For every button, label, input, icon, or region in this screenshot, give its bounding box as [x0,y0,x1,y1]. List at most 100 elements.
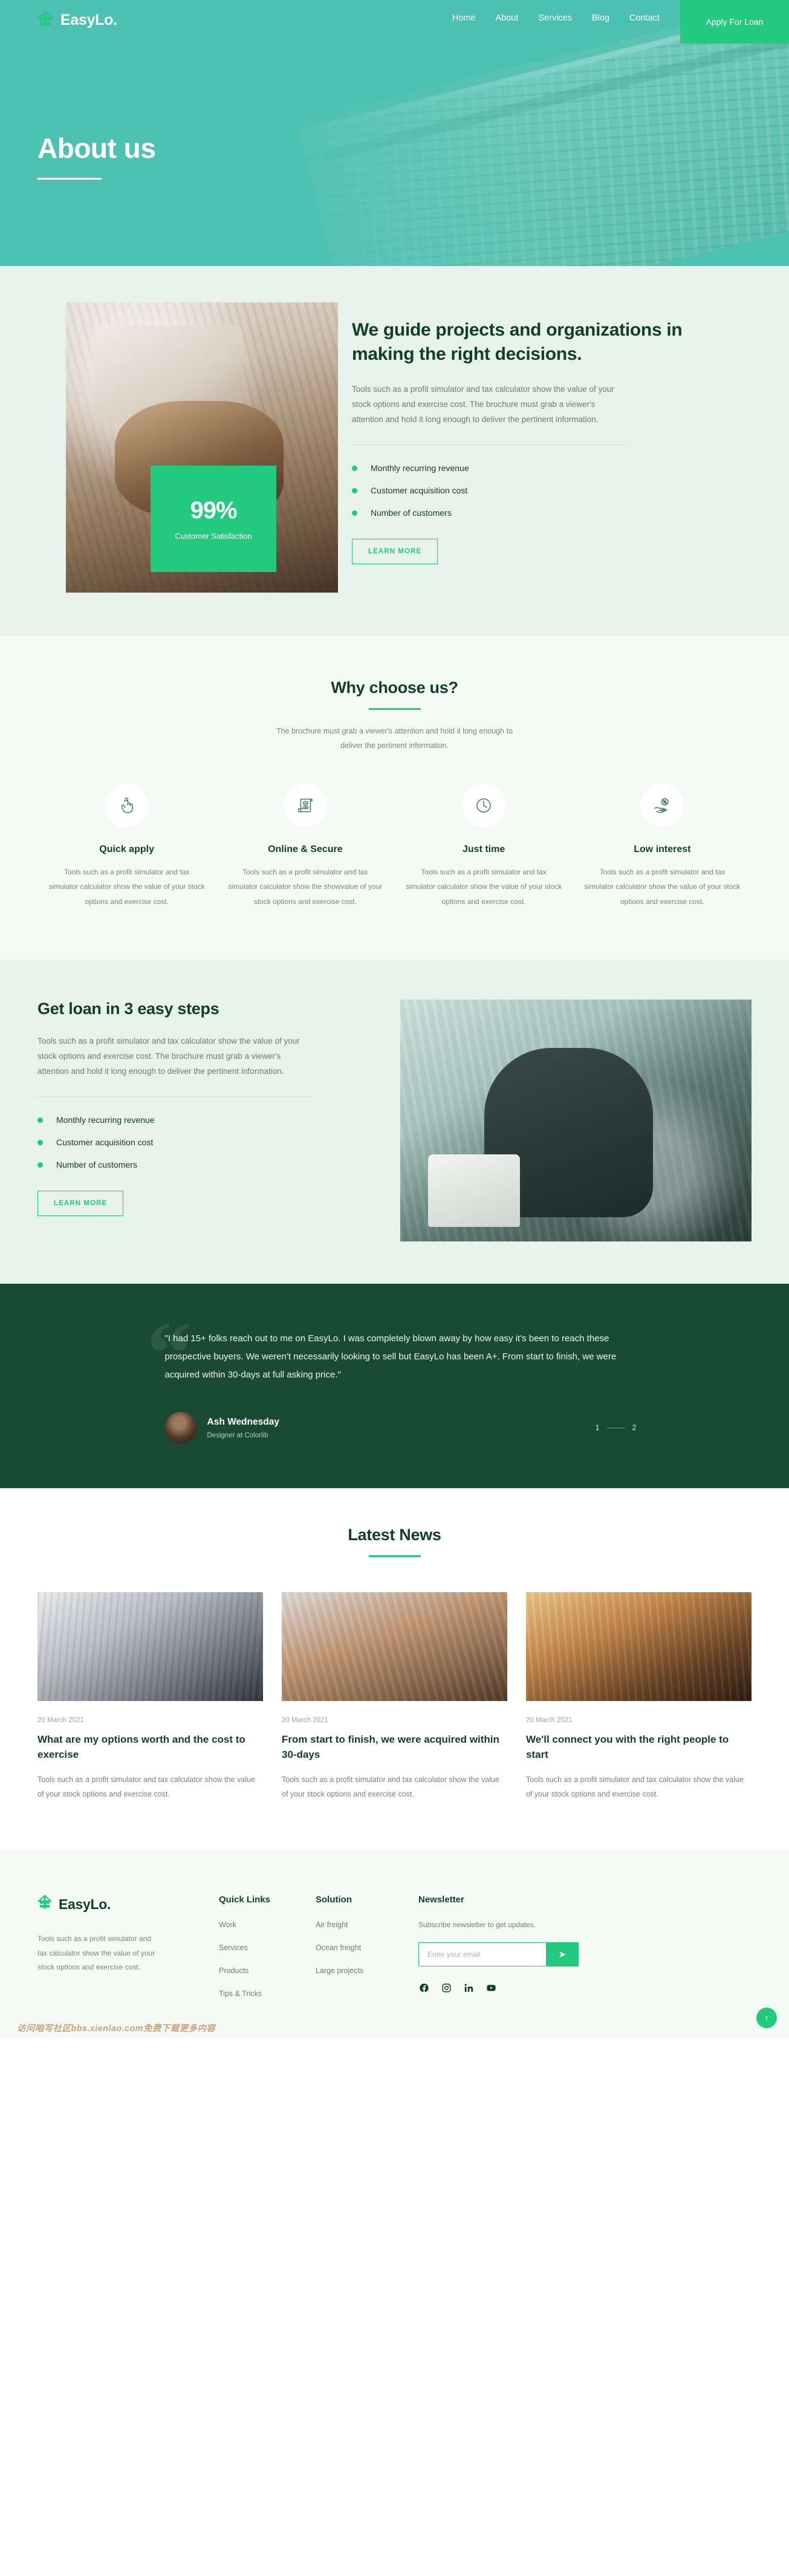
bullet-label: Number of customers [371,508,452,518]
house-icon [37,1895,53,1914]
footer-description: Tools such as a profit simulator and tax… [37,1934,155,1972]
main-navigation: EasyLo. Home About Services Blog Contact… [0,0,789,44]
footer-link-ocean-freight[interactable]: Ocean freight [316,1943,361,1952]
footer-logo[interactable]: EasyLo. [37,1895,219,1914]
news-header: Latest News [37,1526,752,1558]
footer-quick-links: Quick Links Work Services Products Tips … [219,1895,316,2011]
footer-link-services[interactable]: Services [219,1943,248,1952]
why-choose-section: Why choose us? The brochure must grab a … [0,636,789,960]
bullet-label: Monthly recurring revenue [56,1115,155,1125]
list-item: Monthly recurring revenue [37,1115,376,1125]
news-card[interactable]: 20 March 2021 From start to finish, we w… [282,1592,507,1801]
author-role: Designer at Colorlib [207,1431,268,1439]
list-item: Customer acquisition cost [352,486,739,495]
clock-icon [462,783,506,827]
bullet-label: Customer acquisition cost [56,1137,154,1148]
steps-photo [400,1000,752,1242]
nav-item-services[interactable]: Services [538,13,572,23]
house-icon [37,11,53,29]
instagram-icon[interactable] [441,1982,452,1993]
guide-heading: We guide projects and organizations in m… [352,320,683,365]
news-date: 20 March 2021 [526,1717,573,1725]
youtube-icon[interactable] [485,1982,496,1993]
feature-title: Just time [463,844,505,854]
steps-content: Get loan in 3 easy steps Tools such as a… [37,1000,376,1241]
list-item: Large projects [316,1965,418,1976]
steps-learn-more-button[interactable]: LEARN MORE [37,1191,124,1217]
footer-link-work[interactable]: Work [219,1921,236,1929]
back-to-top-button[interactable]: ↑ [756,2008,777,2029]
list-item: Monthly recurring revenue [352,463,739,473]
testimonial-footer: Ash Wednesday Designer at Colorlib 1 2 [164,1412,637,1444]
steps-paragraph: Tools such as a profit simulator and tax… [37,1036,300,1076]
linkedin-icon[interactable] [463,1982,474,1993]
apply-for-loan-button[interactable]: Apply For Loan [680,0,789,44]
bullet-dot-icon [352,510,357,516]
news-date: 20 March 2021 [37,1717,84,1725]
footer-column-title: Newsletter [418,1895,464,1905]
guide-media: 99% Customer Satisfaction [37,302,352,593]
guide-section: 99% Customer Satisfaction We guide proje… [0,266,789,636]
news-card-title[interactable]: What are my options worth and the cost t… [37,1732,263,1762]
feature-card-low-interest: Low interest Tools such as a profit simu… [573,783,752,909]
testimonial-section: “ "I had 15+ folks reach out to me on Ea… [0,1284,789,1489]
news-thumbnail [526,1592,752,1702]
author-name: Ash Wednesday [207,1416,279,1427]
nav-item-about[interactable]: About [495,13,518,23]
list-item: Services [219,1942,316,1953]
news-card[interactable]: 20 March 2021 We'll connect you with the… [526,1592,752,1801]
footer-link-products[interactable]: Products [219,1966,248,1975]
hand-coin-icon [640,783,684,827]
bullet-dot-icon [37,1139,43,1145]
newsletter-email-input[interactable] [418,1942,546,1967]
facebook-icon[interactable] [418,1982,429,1993]
footer-column-title: Quick Links [219,1895,271,1905]
why-subtitle: The brochure must grab a viewer's attent… [276,727,513,750]
satisfaction-badge: 99% Customer Satisfaction [151,466,276,572]
guide-content: We guide projects and organizations in m… [352,302,739,593]
list-item: Ocean freight [316,1942,418,1953]
list-item: Number of customers [352,508,739,518]
guide-bullet-list: Monthly recurring revenue Customer acqui… [352,463,739,518]
list-item: Number of customers [37,1160,376,1169]
feature-text: Tools such as a profit simulator and tax… [406,867,562,906]
footer-link-air-freight[interactable]: Air freight [316,1921,348,1929]
nav-item-contact[interactable]: Contact [629,13,660,23]
news-card-title[interactable]: We'll connect you with the right people … [526,1732,752,1762]
list-item: Tips & Tricks [219,1988,316,1999]
news-grid: 20 March 2021 What are my options worth … [37,1592,752,1801]
pager-next[interactable]: 2 [632,1423,637,1432]
bullet-dot-icon [352,465,357,471]
feature-text: Tools such as a profit simulator and tax… [48,867,205,906]
nav-item-blog[interactable]: Blog [592,13,609,23]
divider [37,1096,313,1098]
nav-links: Home About Services Blog Contact [452,13,660,23]
news-thumbnail [282,1592,507,1702]
steps-section: Get loan in 3 easy steps Tools such as a… [0,960,789,1284]
news-card-title[interactable]: From start to finish, we were acquired w… [282,1732,507,1762]
feature-card-quick-apply: Quick apply Tools such as a profit simul… [37,783,216,909]
footer-link-tips-tricks[interactable]: Tips & Tricks [219,1989,262,1998]
section-underline [368,1555,421,1558]
feature-card-online-secure: Online & Secure Tools such as a profit s… [216,783,394,909]
footer-newsletter: Newsletter Subscribe newsletter to get u… [418,1895,600,2011]
page-title: About us [37,132,156,164]
footer-link-large-projects[interactable]: Large projects [316,1966,363,1975]
brand-logo[interactable]: EasyLo. [37,11,117,29]
newsletter-submit-button[interactable]: ➤ [546,1942,579,1967]
feature-title: Quick apply [99,844,154,854]
news-thumbnail [37,1592,263,1702]
brand-name: EasyLo. [60,11,117,28]
feature-card-just-time: Just time Tools such as a profit simulat… [395,783,573,909]
news-date: 20 March 2021 [282,1717,328,1725]
pager-current[interactable]: 1 [596,1423,600,1432]
guide-learn-more-button[interactable]: LEARN MORE [352,539,438,565]
nav-item-home[interactable]: Home [452,13,476,23]
avatar [164,1412,196,1444]
feature-text: Tools such as a profit simulator and tax… [228,867,383,906]
news-card[interactable]: 20 March 2021 What are my options worth … [37,1592,263,1801]
list-item: Air freight [316,1919,418,1930]
news-card-text: Tools such as a profit simulator and tax… [37,1775,255,1798]
feature-grid: Quick apply Tools such as a profit simul… [37,783,752,909]
bullet-dot-icon [37,1117,43,1123]
